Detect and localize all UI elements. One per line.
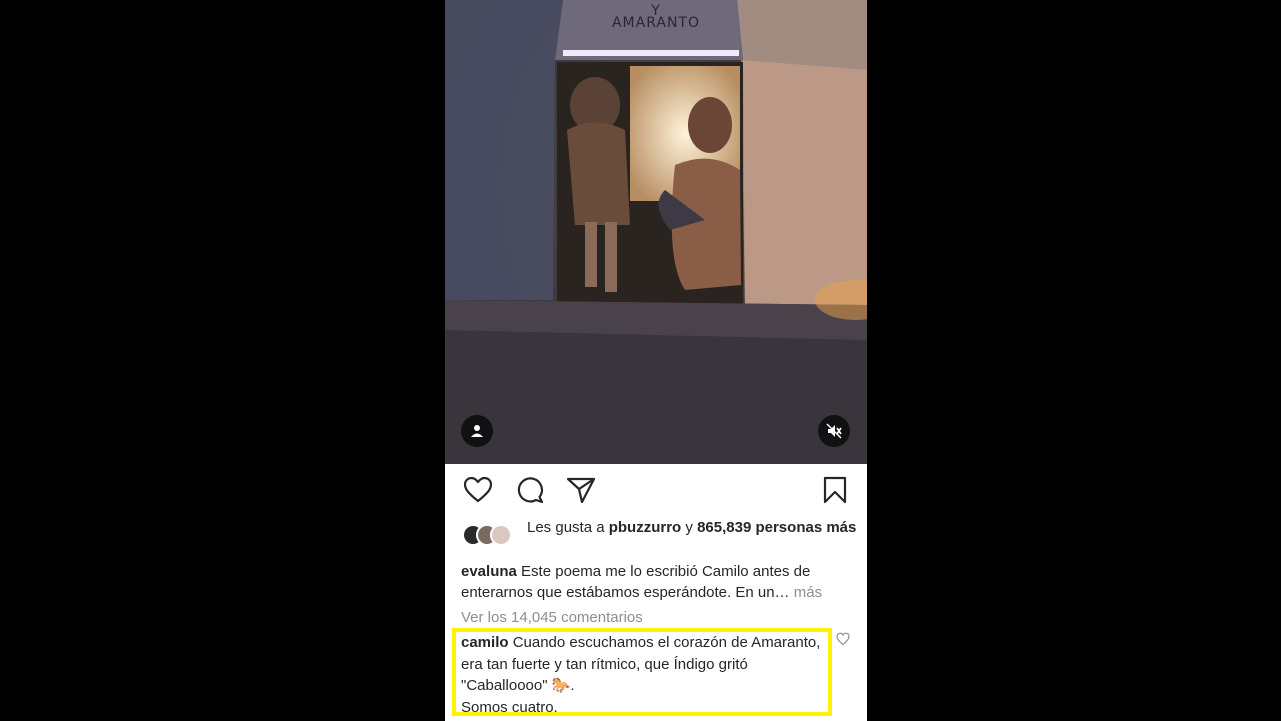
muted-speaker-icon — [826, 423, 842, 439]
caption-username[interactable]: evaluna — [461, 563, 517, 580]
caption-more-link[interactable]: más — [790, 584, 822, 601]
sign-text: AMARANTO — [611, 15, 700, 31]
likes-prefix: Les gusta a — [527, 519, 609, 536]
liker-avatars — [462, 524, 522, 548]
likes-middle: y — [681, 519, 698, 536]
likes-text: Les gusta a pbuzzurro y 865,839 personas… — [527, 518, 862, 538]
mute-button[interactable] — [818, 415, 850, 447]
comment-highlight-box — [452, 628, 832, 716]
likes-count-link[interactable]: 865,839 personas más — [697, 519, 856, 536]
tagged-people-button[interactable] — [461, 415, 493, 447]
person-icon — [471, 425, 483, 437]
bookmark-icon — [823, 476, 847, 504]
instagram-post: Y AMARANTO Les gusta a pbuzzurro y 865,8… — [445, 0, 867, 721]
paper-plane-icon — [567, 477, 595, 503]
save-button[interactable] — [819, 474, 851, 506]
share-button[interactable] — [565, 474, 597, 506]
view-comments-link[interactable]: Ver los 14,045 comentarios — [461, 608, 643, 628]
action-bar — [445, 474, 867, 508]
post-caption: evaluna Este poema me lo escribió Camilo… — [461, 561, 857, 603]
likes-user-link[interactable]: pbuzzurro — [609, 519, 682, 536]
comment-like-heart-icon[interactable] — [836, 632, 850, 646]
like-button[interactable] — [462, 474, 494, 506]
video-frame-illustration — [445, 0, 867, 464]
avatar — [490, 524, 512, 546]
likes-row[interactable]: Les gusta a pbuzzurro y 865,839 personas… — [462, 518, 862, 560]
heart-icon — [464, 477, 492, 503]
comment-bubble-icon — [517, 477, 544, 504]
comment-button[interactable] — [514, 474, 546, 506]
post-video[interactable]: Y AMARANTO — [445, 0, 867, 464]
